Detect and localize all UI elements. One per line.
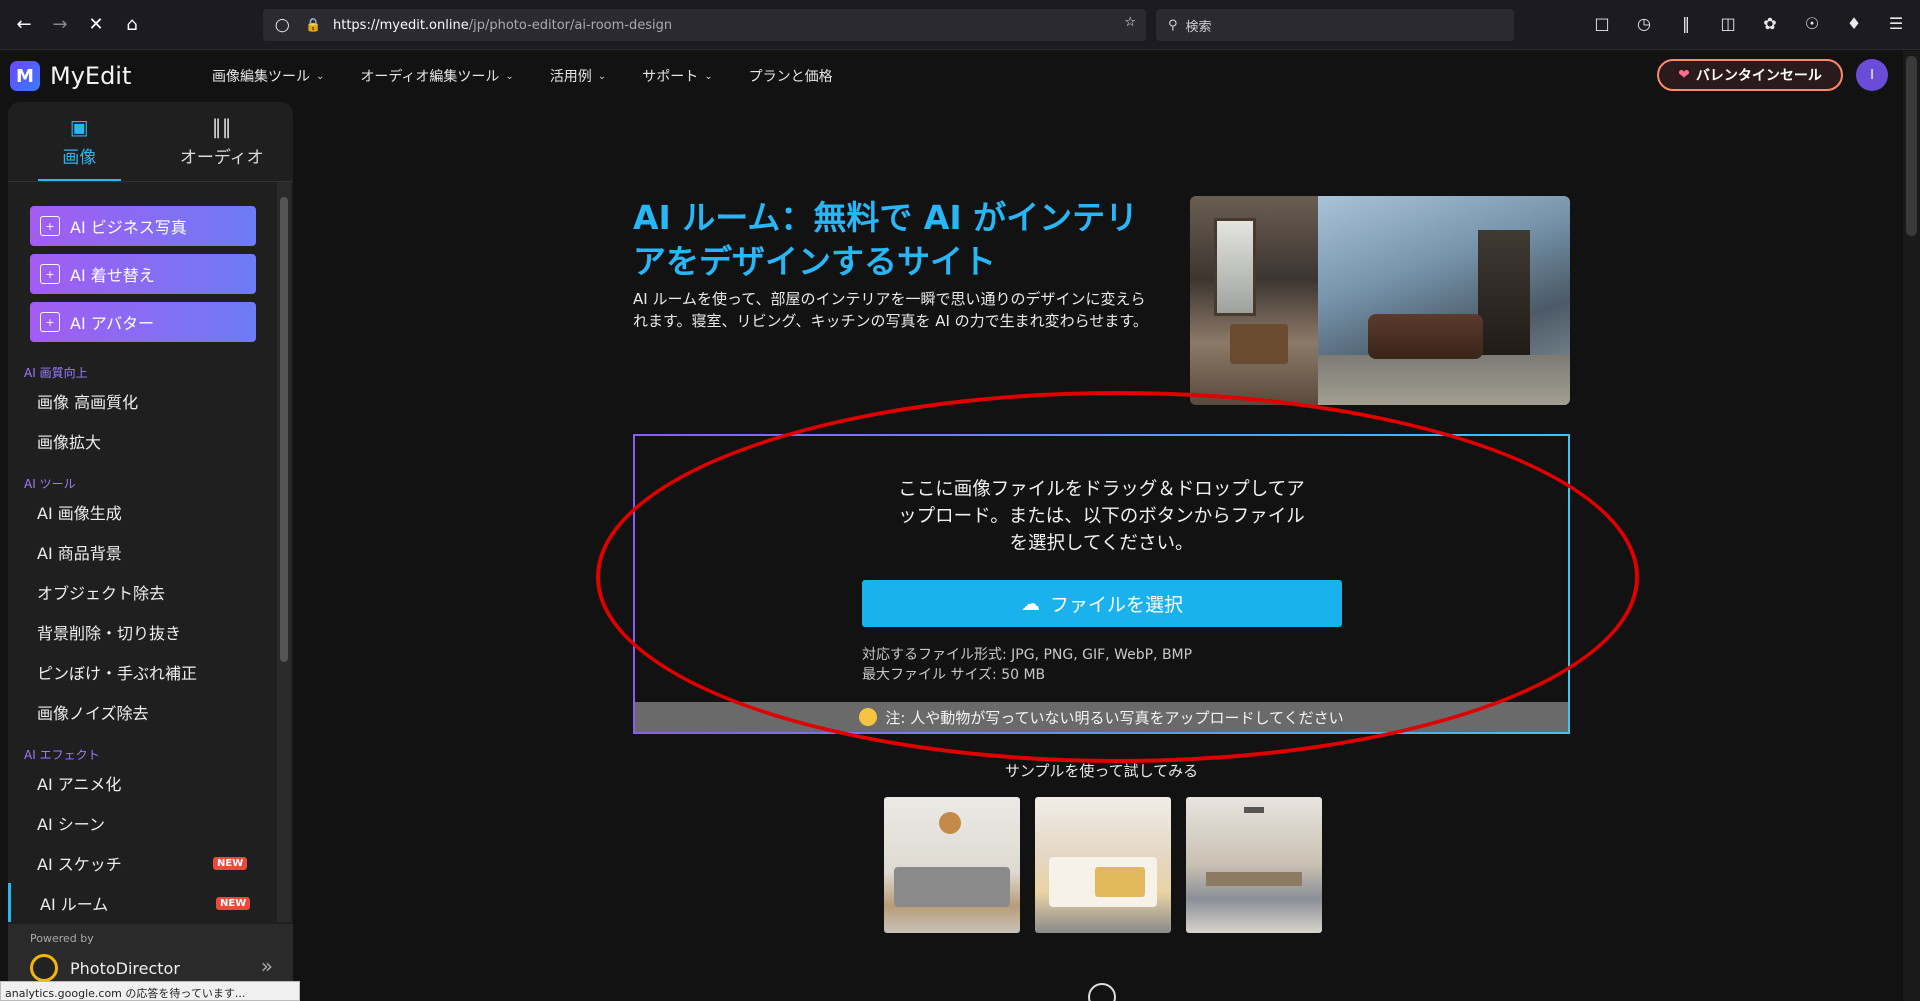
page-title: AI ルーム：無料で AI がインテリアをデザインするサイト (633, 198, 1139, 281)
logo-icon: M (10, 61, 40, 91)
select-file-button[interactable]: ☁ ファイルを選択 (862, 580, 1342, 627)
tab-audio[interactable]: ∥∥ オーディオ (151, 102, 294, 181)
url-bar[interactable]: ◯ 🔒 https://myedit.online/jp/photo-edito… (263, 9, 1146, 41)
sample-title: サンプルを使って試してみる (1004, 762, 1199, 780)
chevron-down-icon: ⌄ (316, 70, 325, 82)
sidebar-item[interactable]: 背景削除・切り抜き (8, 612, 293, 652)
nav-use-cases[interactable]: 活用例 ⌄ (550, 66, 606, 86)
sidebar-item[interactable]: ピンぼけ・手ぶれ補正 (8, 652, 293, 692)
ai-sparkle-icon: + (40, 216, 60, 236)
file-info: 対応するファイル形式: JPG, PNG, GIF, WebP, BMP 最大フ… (862, 645, 1192, 685)
sidebar: ▣ 画像 ∥∥ オーディオ + AI ビジネス写真 + AI 着せ替え + AI アバ… (8, 102, 293, 1001)
bookmark-star-icon[interactable]: ☆ (1124, 15, 1136, 30)
section-title: AI ツール (24, 477, 76, 491)
sidebar-item[interactable]: 画像拡大 (8, 421, 293, 461)
valentine-sale-button[interactable]: ❤ バレンタインセール (1657, 59, 1843, 91)
stop-loading-icon[interactable]: ✕ (82, 11, 110, 39)
chevron-down-icon: ⌄ (597, 70, 607, 82)
sidebar-item[interactable]: AI アニメ化 (8, 763, 293, 803)
url-host: https://myedit.online (333, 17, 469, 33)
sidebar-tabs: ▣ 画像 ∥∥ オーディオ (8, 102, 293, 182)
sidebar-item[interactable]: AI 画像生成 (8, 492, 293, 532)
collapse-sidebar-icon[interactable]: » (261, 954, 273, 978)
sidebar-item[interactable]: AI スケッチ NEW (8, 843, 293, 883)
puzzle-icon[interactable]: ♦ (1842, 11, 1866, 35)
sample-image-dining-room[interactable] (1186, 797, 1322, 933)
hero-before-image (1190, 196, 1318, 405)
back-icon[interactable]: ← (10, 11, 38, 39)
chevron-down-icon: ⌄ (704, 70, 713, 82)
chevron-down-icon: ⌄ (505, 70, 514, 82)
sidebar-item-active[interactable]: AI ルーム NEW (8, 883, 293, 922)
sidebar-scrollbar-thumb[interactable] (280, 197, 288, 662)
page-description: AI ルームを使って、部屋のインテリアを一瞬で思い通りのデザインに変えられます。… (633, 290, 1148, 330)
cloud-upload-icon: ☁ (1020, 592, 1040, 615)
sidebar-item[interactable]: 画像ノイズ除去 (8, 692, 293, 732)
section-title: AI 画質向上 (24, 366, 88, 380)
section-title: AI エフェクト (24, 748, 100, 762)
new-badge: NEW (216, 896, 251, 910)
avatar[interactable]: I (1856, 59, 1888, 91)
ai-avatar-button[interactable]: + AI アバター (30, 302, 256, 342)
powered-by-label: Powered by (30, 932, 94, 945)
sample-image-living-room[interactable] (884, 797, 1020, 933)
sidebar-item[interactable]: オブジェクト除去 (8, 572, 293, 612)
heart-icon: ❤ (1678, 67, 1690, 83)
history-icon[interactable]: ◷ (1632, 11, 1656, 35)
ai-outfit-button[interactable]: + AI 着せ替え (30, 254, 256, 294)
logo-text: MyEdit (50, 62, 132, 90)
photodirector-link[interactable]: PhotoDirector (30, 954, 180, 982)
forward-icon[interactable]: → (46, 11, 74, 39)
tracking-shield-icon[interactable]: ◯ (275, 18, 291, 33)
photodirector-icon (30, 954, 58, 982)
sidebar-item[interactable]: 画像 高画質化 (8, 381, 293, 421)
app-header: M MyEdit 画像編集ツール ⌄ オーディオ編集ツール ⌄ 活用例 ⌄ サポート ⌄… (0, 51, 1920, 101)
sidebar-toggle-icon[interactable]: ◫ (1716, 11, 1740, 35)
nav-support[interactable]: サポート ⌄ (642, 66, 712, 86)
search-placeholder: 検索 (1185, 19, 1212, 35)
file-formats: 対応するファイル形式: JPG, PNG, GIF, WebP, BMP (862, 647, 1193, 663)
hero-after-image (1318, 196, 1570, 405)
upload-instructions: ここに画像ファイルをドラッグ＆ドロップしてアップロード。または、以下のボタンから… (898, 479, 1305, 554)
tab-image[interactable]: ▣ 画像 (8, 102, 151, 181)
lock-icon[interactable]: 🔒 (305, 18, 321, 33)
logo[interactable]: M MyEdit (10, 61, 131, 91)
extension-icon[interactable]: ✿ (1758, 11, 1782, 35)
ai-sparkle-icon: + (40, 264, 60, 284)
new-badge: NEW (213, 856, 248, 870)
lightbulb-icon (859, 708, 878, 726)
upload-note: 注: 人や動物が写っていない明るい写真をアップロードしてください (635, 702, 1568, 732)
browser-toolbar: ← → ✕ ⌂ ◯ 🔒 https://myedit.online/jp/pho… (0, 0, 1920, 50)
max-file-size: 最大ファイル サイズ: 50 MB (862, 667, 1046, 683)
hero-image (1190, 196, 1570, 405)
scroll-down-icon[interactable] (1088, 983, 1116, 1001)
pocket-icon[interactable]: □ (1590, 11, 1614, 35)
account-icon[interactable]: ☉ (1800, 11, 1824, 35)
sidebar-menu: + AI ビジネス写真 + AI 着せ替え + AI アバター AI 画質向上 画像 … (8, 182, 293, 922)
library-icon[interactable]: ‖ (1674, 11, 1698, 35)
sidebar-item[interactable]: AI シーン (8, 803, 293, 843)
sample-image-bedroom[interactable] (1035, 797, 1171, 933)
waveform-icon: ∥∥ (211, 115, 232, 139)
image-icon: ▣ (69, 115, 89, 139)
page-scrollbar-thumb[interactable] (1906, 56, 1917, 236)
ai-business-photo-button[interactable]: + AI ビジネス写真 (30, 206, 256, 246)
ai-sparkle-icon: + (40, 312, 60, 332)
nav-audio-tools[interactable]: オーディオ編集ツール ⌄ (360, 66, 513, 86)
nav-pricing[interactable]: プランと価格 (749, 66, 833, 86)
sidebar-item[interactable]: AI 商品背景 (8, 532, 293, 572)
home-icon[interactable]: ⌂ (118, 11, 146, 39)
menu-icon[interactable]: ☰ (1884, 11, 1908, 35)
nav-image-tools[interactable]: 画像編集ツール ⌄ (212, 66, 324, 86)
search-icon: ⚲ (1168, 17, 1178, 33)
url-path: /jp/photo-editor/ai-room-design (468, 17, 673, 33)
search-input[interactable]: ⚲ 検索 (1156, 9, 1514, 41)
status-text: analytics.google.com の応答を待っています... (0, 981, 300, 1001)
top-nav: 画像編集ツール ⌄ オーディオ編集ツール ⌄ 活用例 ⌄ サポート ⌄ プランと価格 (212, 51, 833, 101)
